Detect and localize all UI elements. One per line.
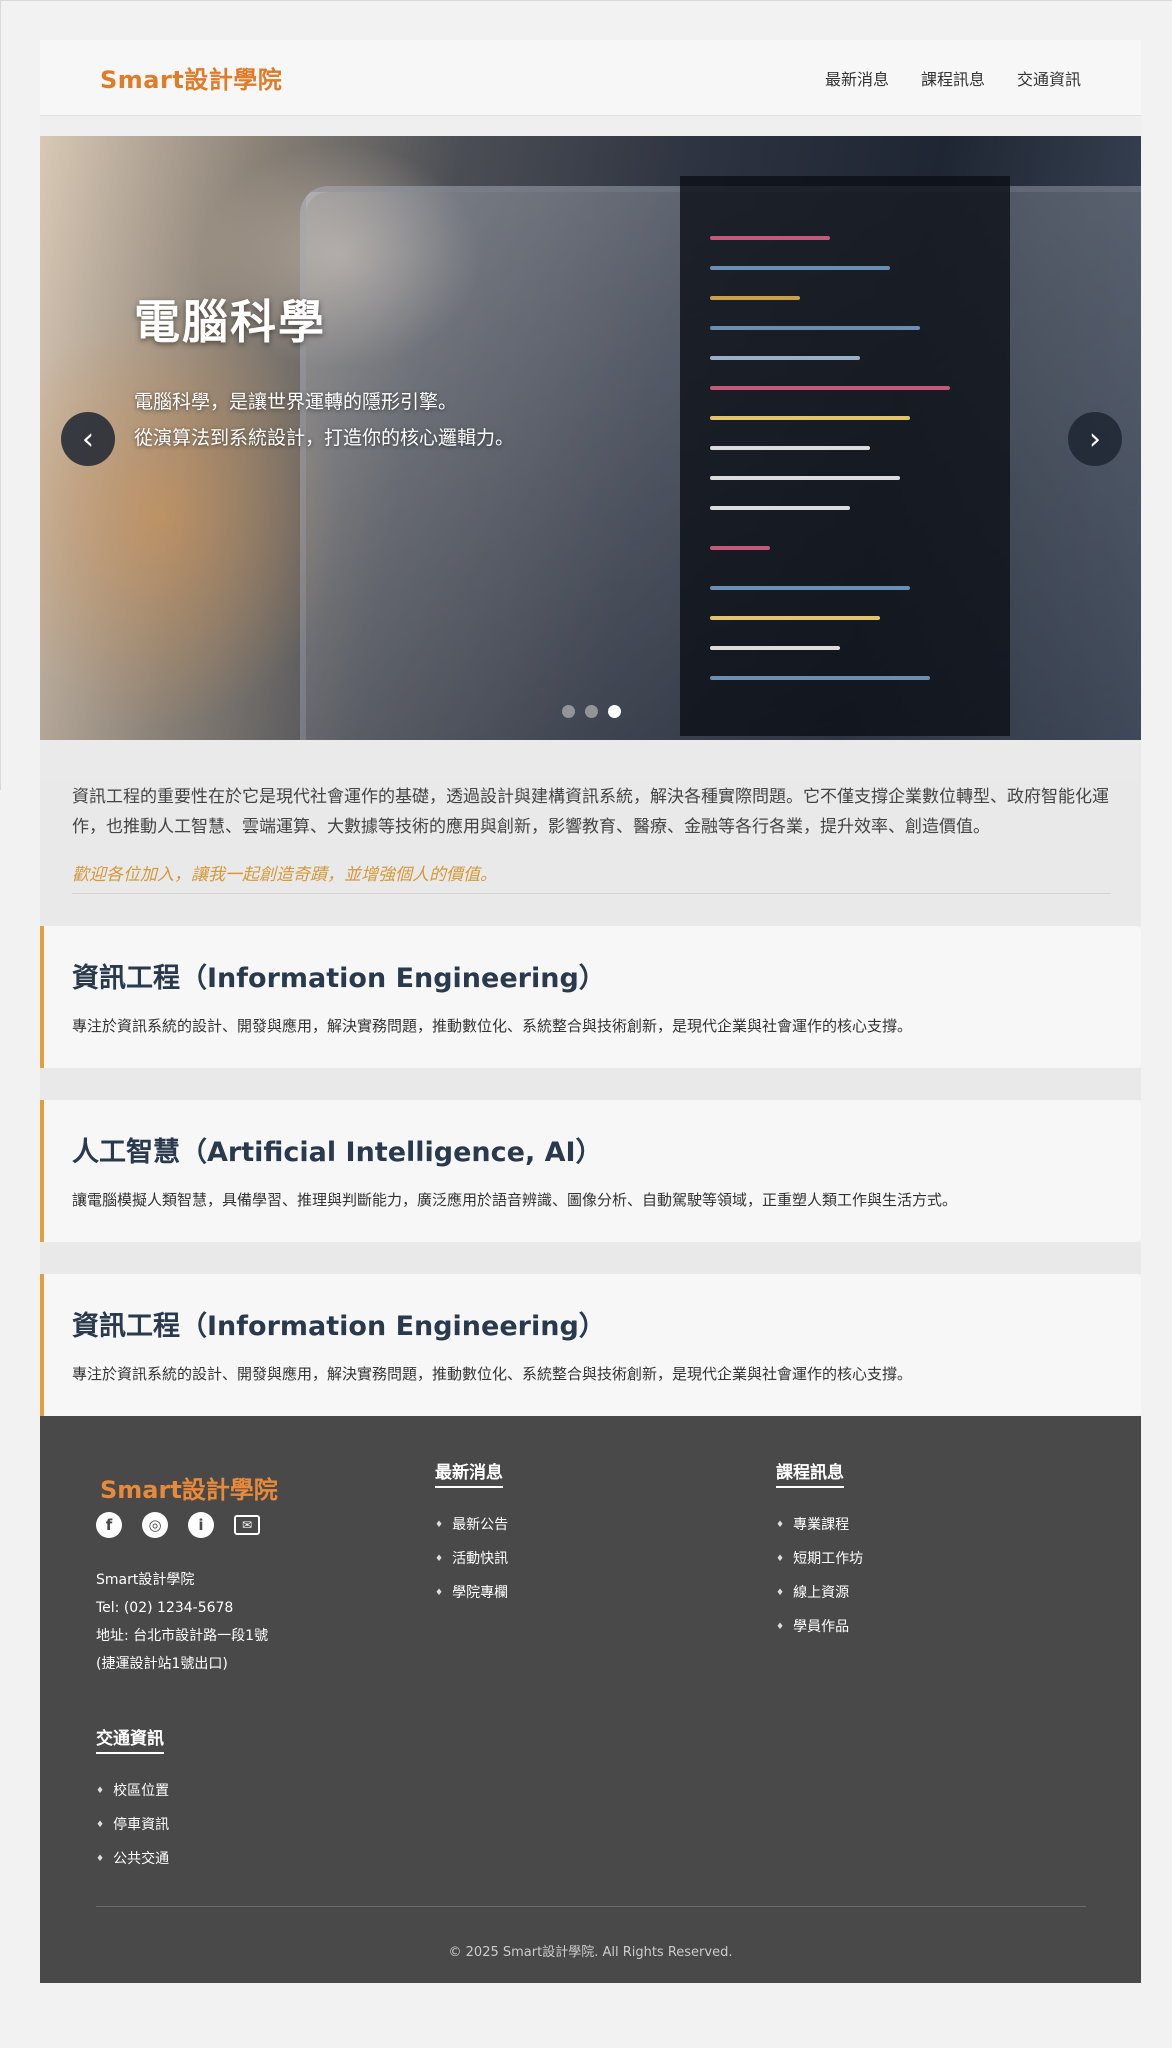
feature-card-1: 資訊工程（Information Engineering） 專注於資訊系統的設計…	[40, 926, 1141, 1068]
footer-link[interactable]: 專業課程	[776, 1508, 863, 1542]
site-header: Smart設計學院 最新消息 課程訊息 交通資訊	[40, 40, 1141, 116]
footer-link[interactable]: 停車資訊	[96, 1808, 169, 1842]
nav-item-traffic[interactable]: 交通資訊	[1017, 66, 1081, 90]
footer-divider	[96, 1906, 1086, 1907]
footer-link[interactable]: 短期工作坊	[776, 1542, 863, 1576]
hero-image-code-screen	[680, 176, 1010, 736]
feature-card-text: 讓電腦模擬人類智慧，具備學習、推理與判斷能力，廣泛應用於語音辨識、圖像分析、自動…	[72, 1191, 958, 1209]
social-links: f ◎ i ✉	[96, 1512, 260, 1538]
footer-col-title: 最新消息	[435, 1458, 503, 1488]
footer-link[interactable]: 最新公告	[435, 1508, 508, 1542]
mail-icon[interactable]: ✉	[234, 1515, 260, 1535]
nav-item-news[interactable]: 最新消息	[825, 66, 889, 90]
instagram-icon[interactable]: ◎	[142, 1512, 168, 1538]
footer-col-title: 課程訊息	[776, 1458, 844, 1488]
footer-logo[interactable]: Smart設計學院	[100, 1470, 278, 1505]
carousel-next-button[interactable]: ›	[1068, 412, 1122, 466]
footer-col-news: 最新消息 最新公告 活動快訊 學院專欄	[435, 1458, 508, 1610]
feature-card-text: 專注於資訊系統的設計、開發與應用，解決實務問題，推動數位化、系統整合與技術創新，…	[72, 1365, 913, 1383]
footer-col-courses: 課程訊息 專業課程 短期工作坊 線上資源 學員作品	[776, 1458, 863, 1644]
footer-col-traffic: 交通資訊 校區位置 停車資訊 公共交通	[96, 1724, 169, 1876]
page-container: Smart設計學院 最新消息 課程訊息 交通資訊 電腦科學 電腦科學，是讓世界運…	[40, 40, 1141, 1983]
footer-col-title: 交通資訊	[96, 1724, 164, 1754]
page-border-top	[0, 0, 1172, 1]
card-spacer	[40, 1242, 1141, 1274]
hero-subtitle-line-1: 電腦科學，是讓世界運轉的隱形引擎。	[134, 391, 458, 413]
footer-info-address: 地址: 台北市設計路一段1號	[96, 1628, 269, 1644]
hero-carousel: 電腦科學 電腦科學，是讓世界運轉的隱形引擎。 從演算法到系統設計，打造你的核心邏…	[40, 136, 1141, 740]
feature-card-3: 資訊工程（Information Engineering） 專注於資訊系統的設計…	[40, 1274, 1141, 1416]
hero-subtitle: 電腦科學，是讓世界運轉的隱形引擎。 從演算法到系統設計，打造你的核心邏輯力。	[134, 384, 514, 456]
intro-tagline: 歡迎各位加入，讓我一起創造奇蹟，並增強個人的價值。	[72, 860, 1111, 894]
feature-card-2: 人工智慧（Artificial Intelligence, AI） 讓電腦模擬人…	[40, 1100, 1141, 1242]
hero-spacer	[40, 740, 1141, 782]
copyright-text: © 2025 Smart設計學院. All Rights Reserved.	[448, 1945, 733, 1960]
hero-subtitle-line-2: 從演算法到系統設計，打造你的核心邏輯力。	[134, 427, 515, 449]
footer-contact-info: Smart設計學院 Tel: (02) 1234-5678 地址: 台北市設計路…	[96, 1566, 268, 1678]
card-spacer	[40, 1068, 1141, 1100]
carousel-dot-3[interactable]	[608, 705, 621, 718]
main-nav: 最新消息 課程訊息 交通資訊	[825, 66, 1081, 90]
line-icon[interactable]: i	[188, 1512, 214, 1538]
facebook-icon[interactable]: f	[96, 1512, 122, 1538]
page-border-left	[0, 0, 1, 790]
footer-link[interactable]: 公共交通	[96, 1842, 169, 1876]
footer-link[interactable]: 學院專欄	[435, 1576, 508, 1610]
feature-card-text: 專注於資訊系統的設計、開發與應用，解決實務問題，推動數位化、系統整合與技術創新，…	[72, 1017, 913, 1035]
feature-card-title: 資訊工程（Information Engineering）	[72, 1311, 606, 1342]
carousel-dot-2[interactable]	[585, 705, 598, 718]
footer-info-tel: Tel: (02) 1234-5678	[96, 1600, 234, 1616]
intro-section: 資訊工程的重要性在於它是現代社會運作的基礎，透過設計與建構資訊系統，解決各種實際…	[40, 782, 1141, 894]
carousel-dot-1[interactable]	[562, 705, 575, 718]
footer-link[interactable]: 線上資源	[776, 1576, 863, 1610]
footer-info-name: Smart設計學院	[96, 1572, 195, 1588]
site-footer: Smart設計學院 f ◎ i ✉ Smart設計學院 Tel: (02) 12…	[40, 1416, 1141, 1983]
footer-info-mrt: (捷運設計站1號出口)	[96, 1656, 228, 1672]
footer-link[interactable]: 校區位置	[96, 1774, 169, 1808]
nav-item-courses[interactable]: 課程訊息	[921, 66, 985, 90]
feature-card-title: 資訊工程（Information Engineering）	[72, 963, 606, 994]
header-spacer	[40, 116, 1141, 136]
intro-text: 資訊工程的重要性在於它是現代社會運作的基礎，透過設計與建構資訊系統，解決各種實際…	[72, 787, 1109, 837]
feature-card-title: 人工智慧（Artificial Intelligence, AI）	[72, 1137, 603, 1168]
footer-link[interactable]: 學員作品	[776, 1610, 863, 1644]
carousel-prev-button[interactable]: ‹	[61, 412, 115, 466]
footer-link[interactable]: 活動快訊	[435, 1542, 508, 1576]
chevron-left-icon: ‹	[82, 421, 94, 457]
chevron-right-icon: ›	[1089, 421, 1101, 457]
intro-spacer	[40, 894, 1141, 926]
hero-title: 電腦科學	[134, 295, 326, 349]
carousel-indicators	[562, 705, 621, 718]
site-logo[interactable]: Smart設計學院	[100, 60, 282, 95]
